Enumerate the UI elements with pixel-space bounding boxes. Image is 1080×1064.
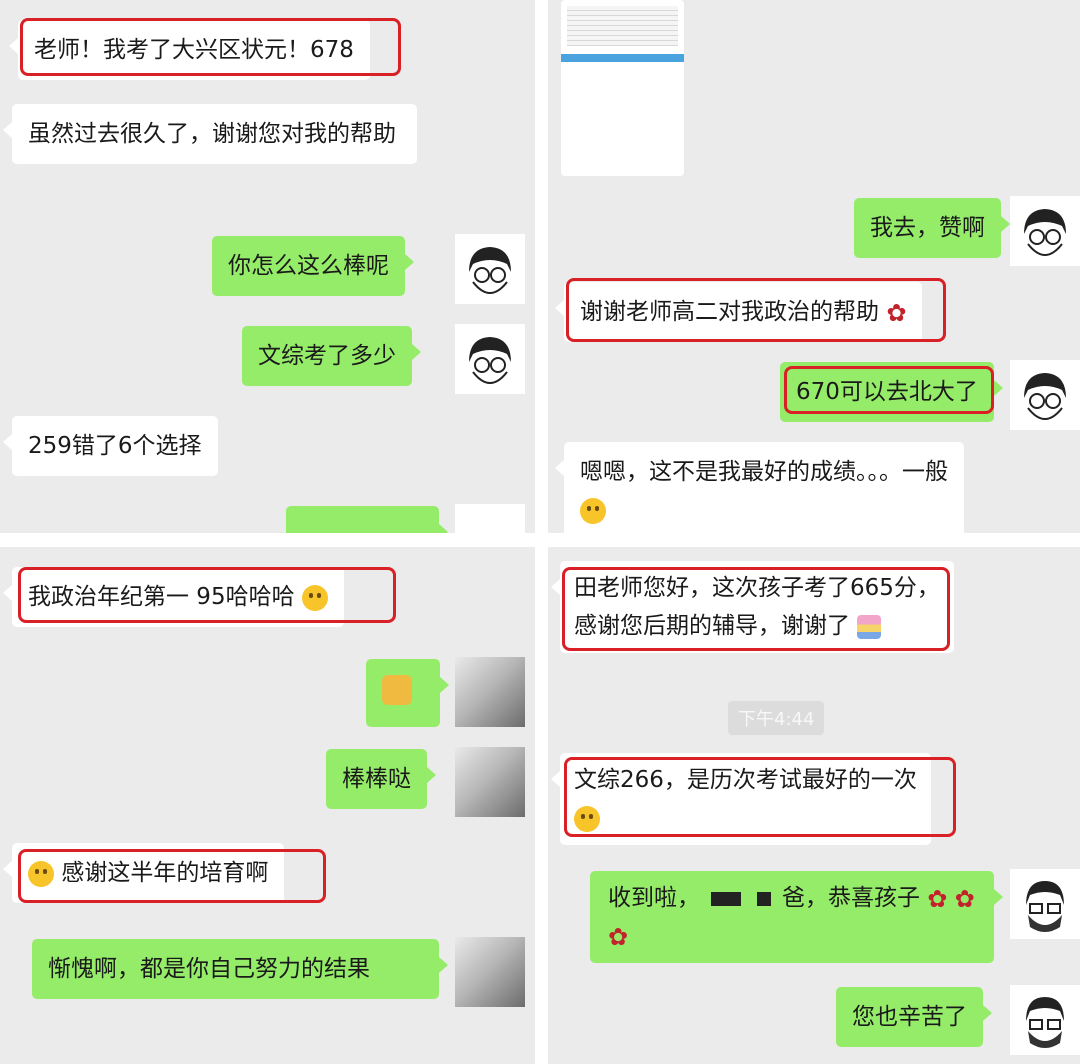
message-text: 谢谢老师高二对我政治的帮助 [580,299,879,325]
redaction-bar [711,891,742,906]
timestamp: 下午4:44 [728,701,825,735]
bearded-face-icon [1026,997,1064,1048]
message-outgoing[interactable]: 棒棒哒 [326,749,436,809]
teacher-photo-avatar[interactable] [455,657,525,727]
message-text: 我去，赞啊 [870,215,985,241]
message-text: 感谢这半年的培育啊 [61,860,269,886]
message-text: 棒棒哒 [342,766,411,792]
rose-icon: ✿ [886,298,907,327]
message-outgoing[interactable] [366,659,449,727]
message-text: 文综考了多少 [258,343,396,369]
message-text: 259错了6个选择 [28,433,202,459]
message-incoming[interactable]: 文综266，是历次考试最好的一次 [551,753,931,845]
grin-emoji-icon [574,805,600,832]
message-text: 惭愧啊，都是你自己努力的结果 [48,956,370,982]
message-incoming[interactable]: 感谢这半年的培育啊 [2,843,285,903]
message-text: 老师！我考了大兴区状元！678 [34,37,354,63]
message-text-line: 田老师您好，这次孩子考了665分， [574,575,940,601]
message-outgoing[interactable]: 我去，赞啊 [854,198,1010,258]
bearded-face-icon [1026,881,1064,932]
teacher-avatar[interactable] [1010,360,1080,430]
message-outgoing[interactable]: 你怎么这么棒呢 [212,236,414,296]
cartoon-face-icon [469,337,511,384]
image-bar [561,54,684,62]
message-incoming[interactable]: 谢谢老师高二对我政治的帮助 ✿ [554,282,923,342]
message-text: 文综266，是历次考试最好的一次 [574,767,917,793]
message-text: 我政治年纪第一 95哈哈哈 [28,584,295,610]
message-incoming[interactable]: 田老师您好，这次孩子考了665分， 感谢您后期的辅导，谢谢了 [551,561,954,653]
message-outgoing[interactable]: 您也辛苦了 [836,987,992,1047]
rose-icon: ✿ [927,884,948,913]
teacher-avatar[interactable] [455,504,525,533]
message-text: 您也辛苦了 [852,1004,967,1030]
message-text: 你怎么这么棒呢 [228,253,389,279]
teacher-photo-avatar[interactable] [455,747,525,817]
chat-panel-3: 我政治年纪第一 95哈哈哈 棒棒哒 感谢这半年的培育啊 惭愧啊，都是你自己努力的… [0,547,535,1064]
message-text: 嗯嗯，这不是我最好的成绩。。。一般 [580,459,948,485]
message-text: 670可以去北大了 [796,379,978,405]
chat-panel-2: 我去，赞啊 谢谢老师高二对我政治的帮助 ✿ 670可以去北大了 嗯嗯，这不是我最… [548,0,1080,533]
chat-panel-1: 老师！我考了大兴区状元！678 虽然过去很久了，谢谢您对我的帮助 你怎么这么棒呢… [0,0,535,533]
message-outgoing[interactable]: 收到啦， 爸，恭喜孩子 ✿ ✿ ✿ [590,871,1003,963]
message-outgoing[interactable]: 文综考了多少 [242,326,421,386]
message-outgoing[interactable]: 惭愧啊，都是你自己努力的结果 [32,939,448,999]
message-text: 收到啦， [608,885,700,911]
teacher-photo-avatar[interactable] [455,937,525,1007]
teacher-avatar[interactable] [1010,869,1080,939]
thinking-emoji-icon [301,584,328,611]
message-incoming[interactable]: 259错了6个选择 [3,416,218,476]
rose-icon: ✿ [608,922,629,951]
message-text: 虽然过去很久了，谢谢您对我的帮助 [28,121,396,147]
message-outgoing[interactable]: 670可以去北大了 [780,362,1003,422]
message-text: 爸，恭喜孩子 [781,885,920,911]
teacher-avatar[interactable] [455,234,525,304]
message-incoming[interactable]: 虽然过去很久了，谢谢您对我的帮助 [3,104,417,164]
cake-emoji-icon [857,614,882,639]
teacher-avatar[interactable] [1010,196,1080,266]
message-outgoing-cut[interactable] [286,506,448,533]
table-image [567,6,678,46]
image-message[interactable] [561,0,684,176]
timestamp-text: 下午4:44 [738,709,815,730]
message-incoming[interactable]: 我政治年纪第一 95哈哈哈 [3,567,344,627]
cartoon-face-icon [1024,373,1066,420]
thumbs-up-emoji-icon [382,674,412,705]
thinking-emoji-icon [28,860,54,887]
teacher-avatar[interactable] [1010,985,1080,1055]
message-incoming[interactable]: 老师！我考了大兴区状元！678 [9,20,370,80]
message-incoming[interactable]: 嗯嗯，这不是我最好的成绩。。。一般 [555,442,964,533]
redaction-bar [756,891,771,906]
cartoon-face-icon [1024,209,1066,256]
chat-panel-4: 田老师您好，这次孩子考了665分， 感谢您后期的辅导，谢谢了 下午4:44 文综… [548,547,1080,1064]
teacher-avatar[interactable] [455,324,525,394]
facepalm-emoji-icon [580,497,606,524]
message-text-line: 感谢您后期的辅导，谢谢了 [574,613,850,639]
rose-icon: ✿ [954,884,975,913]
cartoon-face-icon [469,247,511,294]
